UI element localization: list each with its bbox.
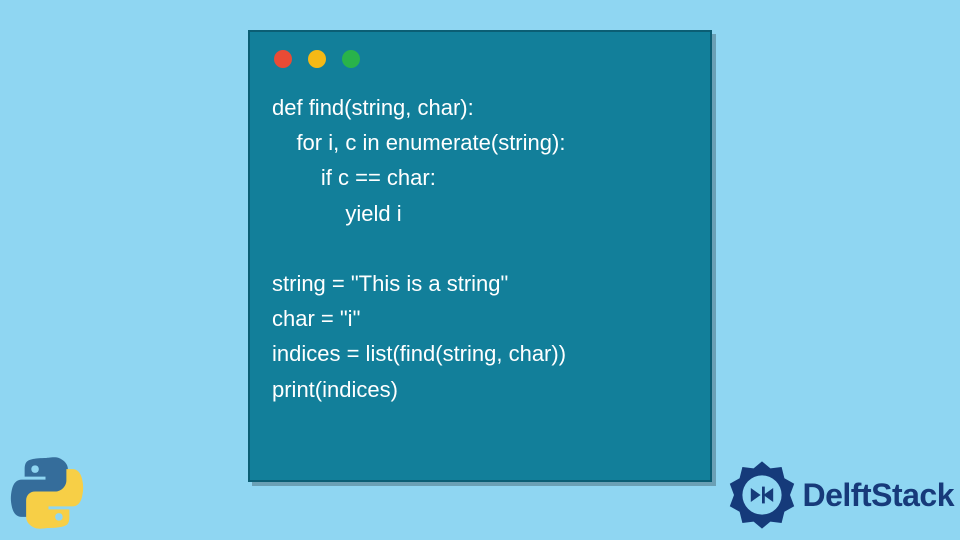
- code-line: if c == char:: [272, 165, 436, 190]
- code-line: indices = list(find(string, char)): [272, 341, 566, 366]
- code-card: def find(string, char): for i, c in enum…: [248, 30, 712, 482]
- delftstack-brand: DelftStack: [727, 460, 955, 530]
- code-line: for i, c in enumerate(string):: [272, 130, 565, 155]
- code-line: yield i: [272, 201, 402, 226]
- minimize-dot-icon: [308, 50, 326, 68]
- code-line: def find(string, char):: [272, 95, 474, 120]
- window-dots: [274, 50, 688, 68]
- code-line: string = "This is a string": [272, 271, 508, 296]
- code-line: print(indices): [272, 377, 398, 402]
- code-line: char = "i": [272, 306, 360, 331]
- python-logo-icon: [6, 452, 88, 534]
- close-dot-icon: [274, 50, 292, 68]
- code-block: def find(string, char): for i, c in enum…: [272, 90, 688, 407]
- brand-name: DelftStack: [803, 477, 955, 514]
- maximize-dot-icon: [342, 50, 360, 68]
- delftstack-logo-icon: [727, 460, 797, 530]
